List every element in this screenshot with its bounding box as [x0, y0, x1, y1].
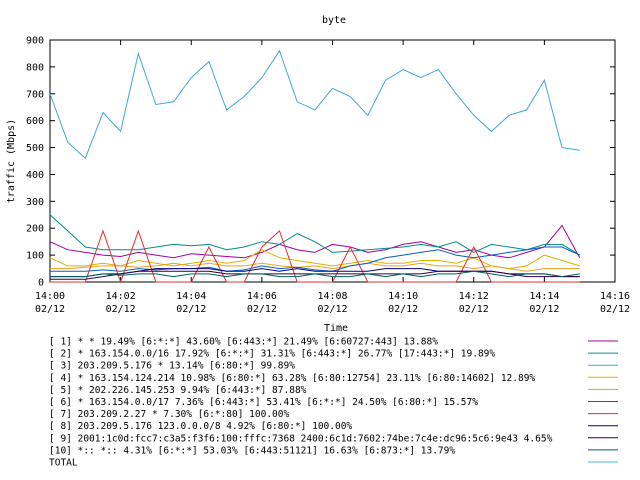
legend-entry: [ 6] * 163.154.0.0/17 7.36% [6:443:*] 53…: [49, 397, 478, 408]
y-tick-label: 0: [38, 278, 44, 289]
x-tick-date: 02/12: [176, 304, 206, 315]
y-axis-label: traffic (Mbps): [6, 119, 17, 203]
x-tick-time: 14:12: [459, 291, 489, 302]
legend-entry: [ 3] 203.209.5.176 * 13.14% [6:80:*] 99.…: [49, 361, 295, 372]
plot-area: [49, 39, 616, 283]
series-line-10: [50, 270, 580, 278]
y-tick-label: 300: [26, 197, 44, 208]
legend: [ 1] * * 19.49% [6:*:*] 43.60% [6:443:*]…: [49, 337, 618, 469]
x-tick-date: 02/12: [317, 304, 347, 315]
y-tick-label: 200: [26, 224, 44, 235]
x-tick-date: 02/12: [35, 304, 65, 315]
x-tick-date: 02/12: [529, 304, 559, 315]
series-line-2: [49, 214, 580, 256]
x-tick-date: 02/12: [106, 304, 136, 315]
y-tick-label: 800: [26, 62, 44, 73]
y-tick-label: 400: [26, 170, 44, 181]
legend-entry: [10] *:: *:: 4.31% [6:*:*] 53.03% [6:443…: [49, 445, 455, 456]
chart-title: byte: [322, 15, 346, 26]
legend-entry: [ 2] * 163.154.0.0/16 17.92% [6:*:*] 31.…: [49, 349, 495, 360]
y-tick-label: 600: [26, 116, 44, 127]
x-tick-time: 14:04: [176, 291, 206, 302]
x-axis-label: Time: [324, 323, 348, 334]
y-tick-label: 500: [26, 143, 44, 154]
legend-entry: TOTAL: [49, 458, 78, 469]
traffic-chart: byte traffic (Mbps) Time 0 100 200 300 400 50…: [6, 15, 630, 469]
x-tick-date: 02/12: [600, 304, 630, 315]
y-tick-label: 900: [26, 36, 44, 47]
x-tick-time: 14:10: [388, 291, 418, 302]
x-tick-date: 02/12: [388, 304, 418, 315]
y-tick-label: 700: [26, 89, 44, 100]
legend-entry: [ 4] * 163.154.124.214 10.98% [6:80:*] 6…: [49, 373, 535, 384]
x-tick-time: 14:02: [106, 291, 136, 302]
series-lines: [49, 49, 581, 284]
legend-entry: [ 7] 203.209.2.27 * 7.30% [6:*:80] 100.0…: [49, 409, 289, 420]
legend-entry: [ 1] * * 19.49% [6:*:*] 43.60% [6:443:*]…: [49, 337, 438, 348]
y-axis: 0 100 200 300 400 500 600 700 800 900: [26, 36, 615, 289]
legend-entry: [ 8] 203.209.5.176 123.0.0.0/8 4.92% [6:…: [49, 421, 352, 432]
x-tick-time: 14:16: [600, 291, 630, 302]
x-tick-time: 14:08: [317, 291, 347, 302]
x-tick-time: 14:14: [529, 291, 559, 302]
y-tick-label: 100: [26, 251, 44, 262]
x-tick-date: 02/12: [459, 304, 489, 315]
series-line-3: [49, 49, 580, 160]
legend-entry: [ 9] 2001:1c0d:fcc7:c3a5:f3f6:100:fffc:7…: [49, 433, 553, 444]
x-tick-time: 14:06: [247, 291, 277, 302]
x-tick-time: 14:00: [35, 291, 65, 302]
legend-entry: [ 5] * 202.226.145.253 9.94% [6:443:*] 8…: [49, 385, 307, 396]
x-tick-date: 02/12: [247, 304, 277, 315]
